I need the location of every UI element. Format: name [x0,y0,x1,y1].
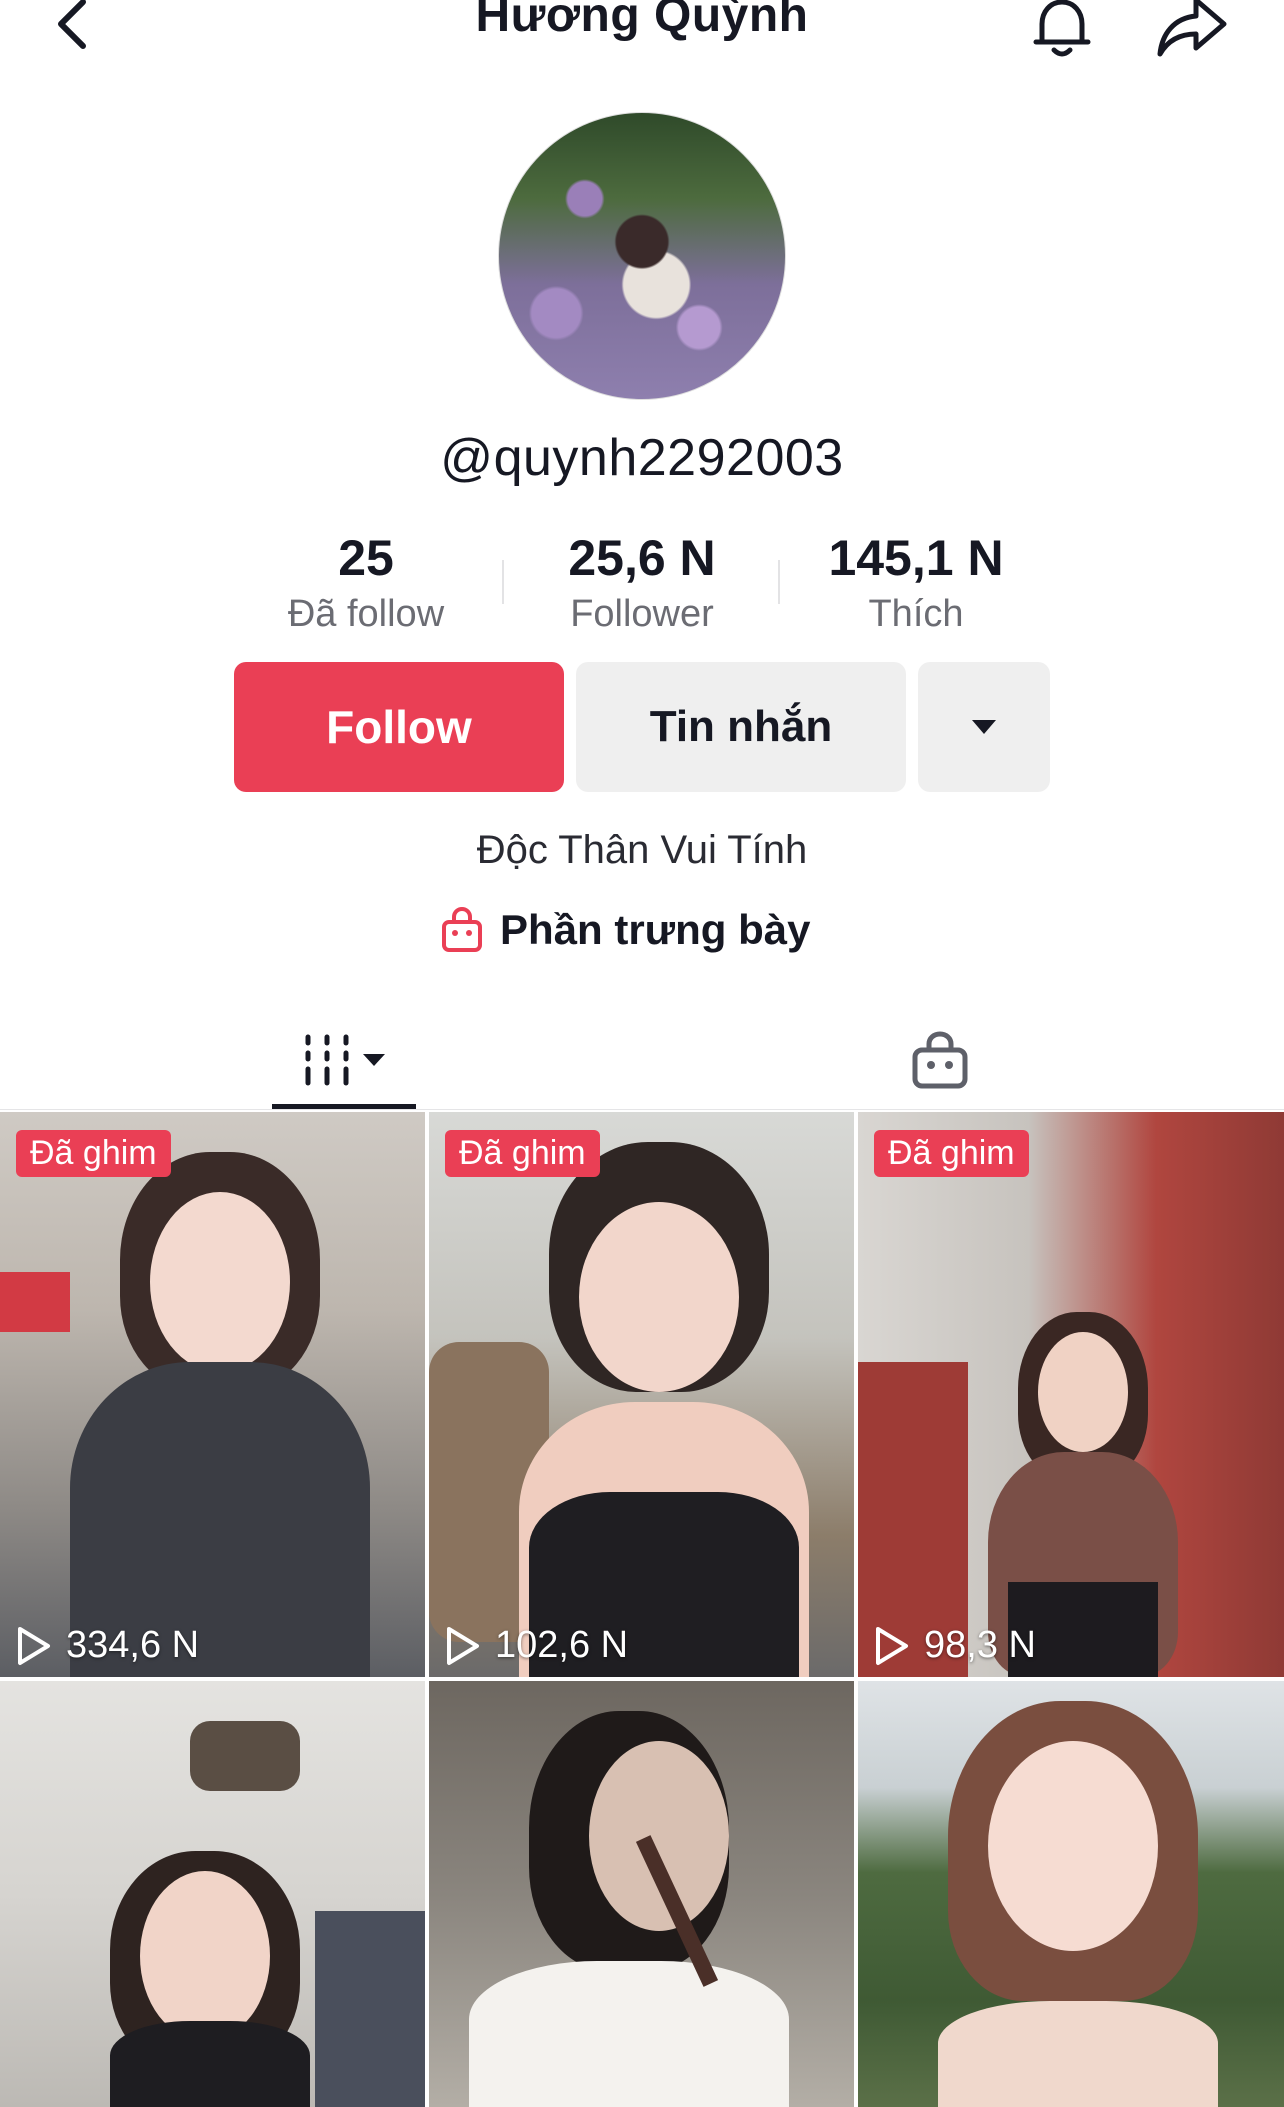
view-count-value: 334,6 N [66,1624,200,1666]
pinned-badge: Đã ghim [16,1130,171,1177]
play-icon [876,1626,908,1665]
showcase-label: Phần trưng bày [500,906,811,953]
view-count-value: 102,6 N [495,1624,629,1666]
video-tile[interactable] [429,1681,854,2107]
tab-shop[interactable] [900,1010,980,1110]
stat-divider [502,560,504,604]
caret-down-icon [363,1054,385,1066]
message-button[interactable]: Tin nhắn [576,662,906,792]
play-icon [447,1626,479,1665]
view-count: 102,6 N [445,1624,628,1667]
showcase-link[interactable]: Phần trưng bày [440,900,810,960]
video-tile[interactable]: Đã ghim 334,6 N [0,1112,425,1677]
stat-likes-value: 145,1 N [828,530,1004,586]
bio-text: Độc Thân Vui Tính [476,828,808,872]
top-bar: Hương Quỳnh [0,0,1284,70]
stat-followers-label: Follower [570,593,714,635]
bell-icon [1033,0,1091,57]
avatar[interactable] [498,112,786,400]
stat-followers-value: 25,6 N [568,530,716,586]
pinned-badge: Đã ghim [874,1130,1029,1177]
stat-following[interactable]: 25 Đã follow [246,528,486,640]
stat-followers[interactable]: 25,6 N Follower [522,528,762,640]
stats-row: 25 Đã follow 25,6 N Follower 145,1 N Thí… [0,528,1284,638]
video-tile[interactable]: Đã ghim 102,6 N [429,1112,854,1677]
content-tab-bar [0,1010,1284,1110]
stat-following-value: 25 [338,530,394,586]
video-tile[interactable] [0,1681,425,2107]
stat-following-label: Đã follow [287,593,445,635]
view-count: 98,3 N [874,1624,1036,1667]
stat-likes[interactable]: 145,1 N Thích [796,528,1036,640]
share-button[interactable] [1156,0,1228,62]
video-grid-icon [305,1034,349,1086]
shopping-bag-icon [912,1031,968,1089]
view-count: 334,6 N [16,1624,199,1667]
pinned-badge: Đã ghim [445,1130,600,1177]
follow-button[interactable]: Follow [234,662,564,792]
video-tile[interactable]: Đã ghim 98,3 N [858,1112,1284,1677]
stat-divider [778,560,780,604]
play-icon [18,1626,50,1665]
caret-down-icon [972,720,996,734]
share-arrow-icon [1157,0,1227,57]
view-count-value: 98,3 N [924,1624,1036,1666]
tab-videos[interactable] [272,1010,416,1110]
stat-likes-label: Thích [868,593,964,635]
video-tile[interactable] [858,1681,1284,2107]
notification-button[interactable] [1028,0,1096,62]
active-tab-indicator [272,1104,416,1109]
username: @quynh2292003 [440,429,844,487]
more-options-button[interactable] [918,662,1050,792]
shopping-bag-icon [442,906,482,952]
